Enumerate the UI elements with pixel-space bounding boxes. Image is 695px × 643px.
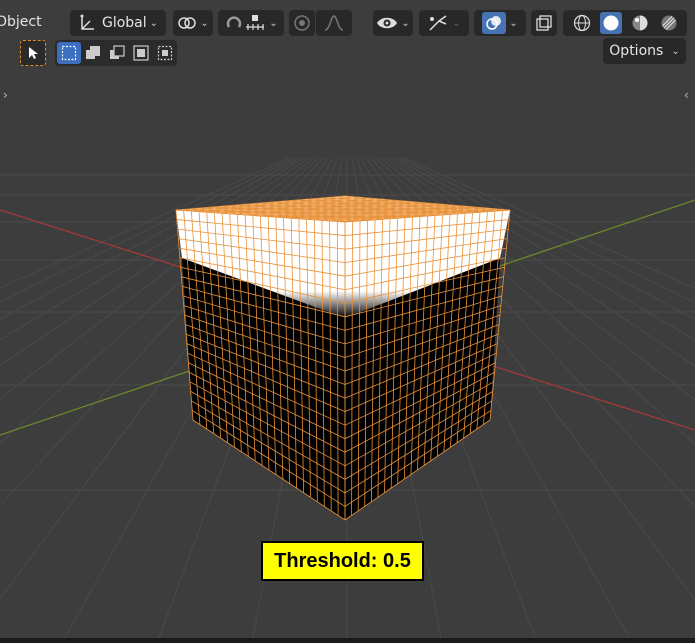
xray-icon <box>536 15 552 31</box>
gizmo-icon[interactable] <box>427 13 449 33</box>
viewport-bottom-border <box>0 638 695 643</box>
select-subtract-icon <box>110 45 125 59</box>
material-shading-icon <box>632 15 647 31</box>
sidebar-expand-arrow-icon[interactable]: ‹ <box>684 88 689 102</box>
selection-mode-group[interactable] <box>55 40 177 66</box>
viewport-header: Object Global ⌄ ⌄ ⌄ ⌄ ⌄ ⌄ <box>0 4 695 36</box>
wireframe-shading-button[interactable] <box>571 12 593 34</box>
toolbar-expand-arrow-icon[interactable]: › <box>3 88 8 102</box>
options-dropdown[interactable]: Options ⌄ <box>603 38 686 64</box>
chevron-down-icon: ⌄ <box>671 45 680 57</box>
chevron-down-icon: ⌄ <box>200 17 209 29</box>
pivot-icon <box>178 17 197 29</box>
overlay-group[interactable]: ⌄ <box>474 10 526 36</box>
cursor-arrow-icon <box>29 47 38 59</box>
snap-icon[interactable] <box>224 13 244 33</box>
chevron-down-icon: ⌄ <box>269 17 278 29</box>
orientation-label: Global <box>101 15 147 31</box>
select-tool-button[interactable] <box>20 40 46 66</box>
select-intersect-icon <box>157 45 173 61</box>
proportional-editing-icon <box>294 15 310 31</box>
rendered-shading-button[interactable] <box>658 12 680 34</box>
threshold-label: Threshold: 0.5 <box>261 541 424 581</box>
overlay-toggle[interactable] <box>482 12 507 34</box>
mode-menu-label[interactable]: Object <box>0 14 42 30</box>
chevron-down-icon: ⌄ <box>401 17 410 29</box>
pivot-point-dropdown[interactable]: ⌄ <box>173 10 213 36</box>
shading-mode-group[interactable] <box>563 10 687 36</box>
transform-orientation-dropdown[interactable]: Global ⌄ <box>70 10 166 36</box>
chevron-down-icon: ⌄ <box>452 17 461 29</box>
orientation-icon <box>80 14 94 30</box>
chevron-down-icon: ⌄ <box>149 17 159 29</box>
material-shading-button[interactable] <box>629 12 651 34</box>
select-new-button[interactable] <box>57 42 81 64</box>
chevron-down-icon: ⌄ <box>509 17 518 29</box>
options-label: Options <box>609 43 664 59</box>
solid-shading-icon <box>603 15 618 31</box>
select-intersect-button[interactable] <box>153 42 177 64</box>
select-extend-button[interactable] <box>81 42 105 64</box>
xray-toggle[interactable] <box>531 10 557 36</box>
falloff-icon <box>324 15 344 31</box>
eye-icon <box>377 17 398 29</box>
select-extend-icon <box>86 46 100 59</box>
proportional-editing-toggle[interactable] <box>289 10 315 36</box>
select-invert-button[interactable] <box>129 42 153 64</box>
gizmo-group[interactable]: ⌄ <box>419 10 469 36</box>
rendered-shading-icon <box>661 15 676 31</box>
snap-group[interactable]: ⌄ <box>218 10 284 36</box>
wireframe-shading-icon <box>573 14 590 32</box>
snap-increment-icon[interactable] <box>244 13 266 33</box>
visibility-dropdown[interactable]: ⌄ <box>373 10 413 36</box>
select-invert-icon <box>133 45 149 61</box>
select-new-icon <box>61 45 77 61</box>
solid-shading-button[interactable] <box>599 12 622 34</box>
select-subtract-button[interactable] <box>105 42 129 64</box>
falloff-dropdown[interactable] <box>316 10 352 36</box>
overlay-icon <box>486 16 502 30</box>
